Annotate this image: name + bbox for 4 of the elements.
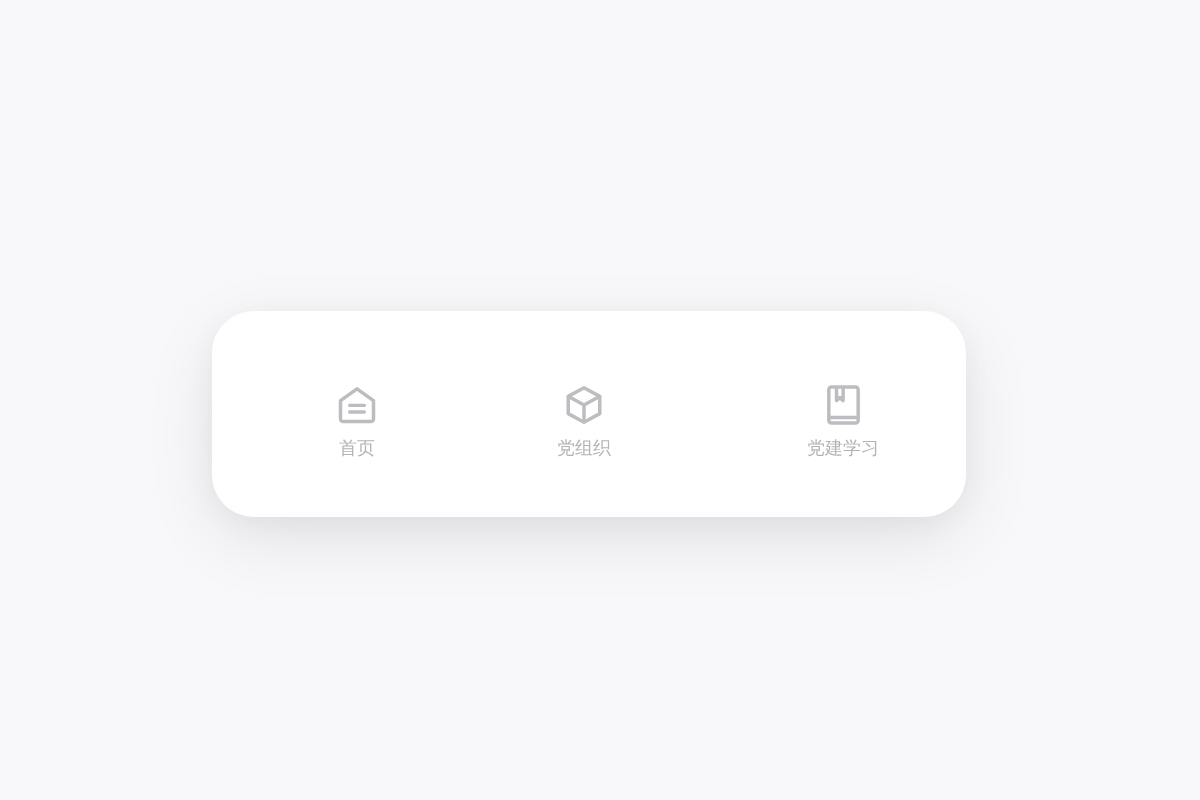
tab[interactable]: 党组织 — [544, 383, 624, 458]
book-icon — [824, 383, 862, 427]
tab[interactable]: 首页 — [317, 383, 397, 458]
tab[interactable]: 党建学习 — [795, 383, 891, 458]
